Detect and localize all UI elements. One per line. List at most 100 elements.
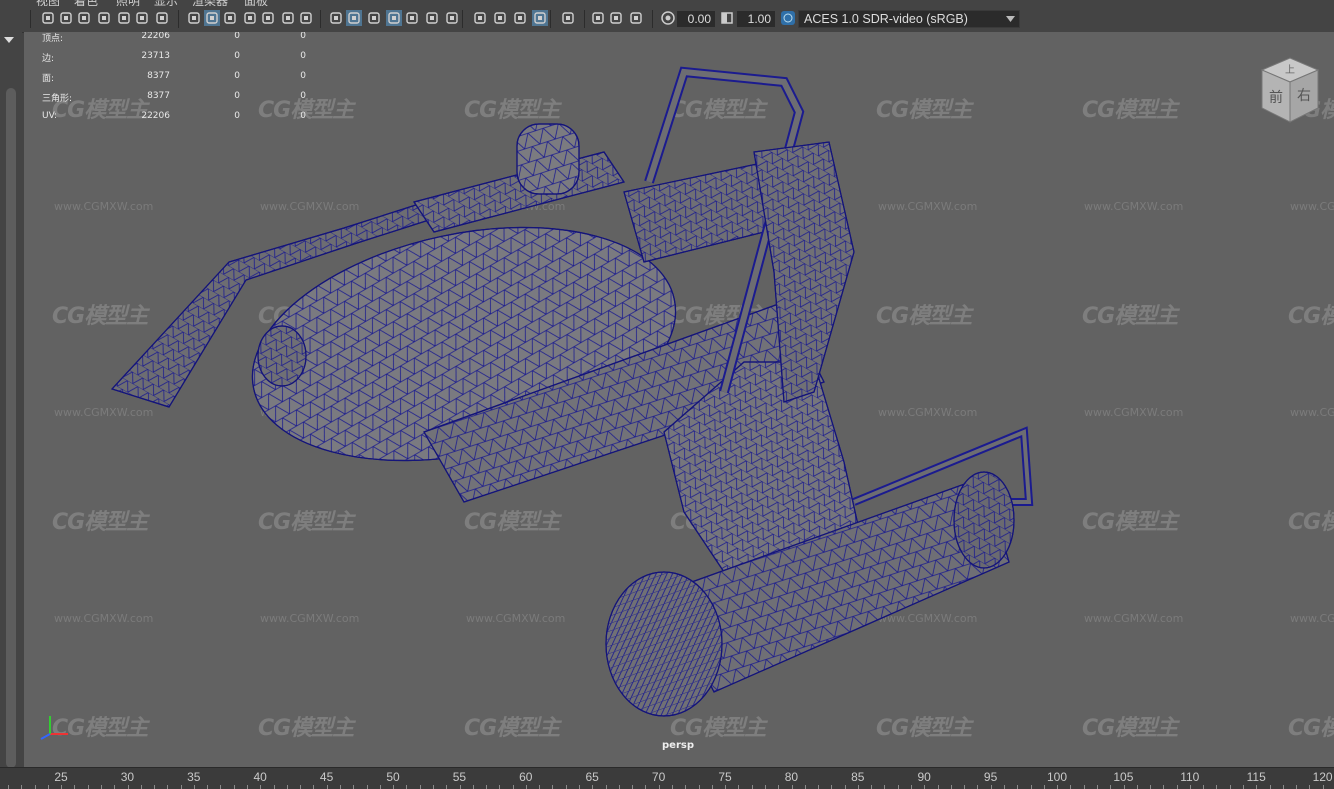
time-tick-mark (606, 785, 607, 789)
viewport-toolbar: 0.00 1.00 ACES 1.0 SDR-video (sRGB) (0, 6, 1334, 33)
time-tick-mark (1084, 785, 1085, 789)
gamma-icon[interactable] (719, 10, 735, 26)
camera-attr-icon[interactable] (58, 10, 74, 26)
shade-default-icon[interactable] (328, 10, 344, 26)
time-tick-mark (924, 785, 925, 789)
scrollbar[interactable] (6, 88, 16, 768)
time-tick-label: 85 (851, 770, 865, 784)
time-tick-mark (260, 785, 261, 789)
field-chart-icon[interactable] (222, 10, 238, 26)
xray-joints-icon[interactable] (532, 10, 548, 26)
time-tick-label: 120 (1312, 770, 1333, 784)
gamma-icon[interactable] (628, 10, 644, 26)
hud-value-total: 22206 (141, 32, 170, 41)
left-panel-strip (0, 32, 22, 768)
chevron-down-icon (1006, 16, 1015, 22)
hud-value-third: 0 (300, 71, 306, 81)
time-tick-mark (513, 785, 514, 789)
viewcube[interactable]: 上 前 右 (1250, 52, 1330, 132)
color-space-dropdown[interactable]: ACES 1.0 SDR-video (sRGB) (798, 10, 1020, 28)
smooth-shade-icon[interactable] (298, 10, 314, 26)
time-tick-mark (752, 785, 753, 789)
time-tick-label: 105 (1113, 770, 1134, 784)
time-tick-mark (460, 785, 461, 789)
safe-title-icon[interactable] (260, 10, 276, 26)
time-tick-mark (659, 785, 660, 789)
time-tick-mark (181, 785, 182, 789)
resolution-gate-icon[interactable] (186, 10, 202, 26)
hud-value-total: 8377 (147, 91, 170, 101)
time-tick-mark (340, 785, 341, 789)
time-tick-mark (234, 785, 235, 789)
time-tick-mark (911, 785, 912, 789)
time-tick-mark (858, 785, 859, 789)
color-management-icon[interactable] (780, 10, 796, 26)
time-tick-mark (632, 785, 633, 789)
screen-space-ao-icon[interactable] (424, 10, 440, 26)
exposure-field[interactable]: 0.00 (677, 11, 715, 27)
gate-mask-icon[interactable] (204, 10, 220, 26)
two-sided-icon[interactable] (590, 10, 606, 26)
hud-label: 顶点: (42, 34, 64, 44)
safe-action-icon[interactable] (242, 10, 258, 26)
shadows-icon[interactable] (404, 10, 420, 26)
time-tick-label: 90 (917, 770, 931, 784)
hud-label: 三角形: (42, 94, 73, 104)
time-tick-mark (672, 785, 673, 789)
time-tick-mark (884, 785, 885, 789)
camera-label: persp (662, 740, 694, 751)
textured-icon[interactable] (560, 10, 576, 26)
image-plane-icon[interactable] (96, 10, 112, 26)
hud-value-selected: 0 (234, 32, 240, 41)
time-tick-mark (35, 785, 36, 789)
time-tick-mark (552, 785, 553, 789)
toolbar-separator (652, 10, 653, 28)
bookmark-icon[interactable] (76, 10, 92, 26)
hud-value-total: 8377 (147, 71, 170, 81)
time-tick-mark (88, 785, 89, 789)
collapse-arrow-icon[interactable] (3, 35, 15, 45)
xray-icon[interactable] (366, 10, 382, 26)
time-tick-label: 95 (983, 770, 998, 784)
time-tick-mark (1004, 785, 1005, 789)
3d-viewport[interactable]: CG模型主 CG模型主 CG模型主 CG模型主 CG模型主 CG模型主 CG模型主 CG模型主… (24, 32, 1334, 767)
time-tick-mark (48, 785, 49, 789)
default-lighting-icon[interactable] (386, 10, 402, 26)
time-tick-mark (1230, 785, 1231, 789)
anti-aliasing-icon[interactable] (472, 10, 488, 26)
time-tick-mark (1177, 785, 1178, 789)
wireframe-model[interactable] (24, 32, 1334, 767)
film-gate-icon[interactable] (154, 10, 170, 26)
time-tick-label: 25 (54, 770, 68, 784)
time-tick-mark (287, 785, 288, 789)
time-tick-mark (1203, 785, 1204, 789)
time-tick-label: 40 (253, 770, 267, 784)
time-tick-mark (1243, 785, 1244, 789)
gamma-field[interactable]: 1.00 (737, 11, 775, 27)
depth-of-field-icon[interactable] (492, 10, 508, 26)
grease-pencil-icon[interactable] (116, 10, 132, 26)
wireframe-on-shaded-icon[interactable] (346, 10, 362, 26)
time-tick-mark (1296, 785, 1297, 789)
camera-icon[interactable] (40, 10, 56, 26)
wireframe-icon[interactable] (280, 10, 296, 26)
time-tick-mark (712, 785, 713, 789)
exposure-icon[interactable] (608, 10, 624, 26)
time-tick-mark (818, 785, 819, 789)
time-tick-mark (805, 785, 806, 789)
motion-blur-icon[interactable] (444, 10, 460, 26)
hud-row: 三角形: 8377 0 0 (42, 89, 322, 109)
hud-value-third: 0 (300, 91, 306, 101)
time-tick-label: 45 (319, 770, 334, 784)
time-tick-mark (486, 785, 487, 789)
hud-value-total: 22206 (141, 111, 170, 121)
isolate-select-icon[interactable] (512, 10, 528, 26)
time-tick-mark (1163, 785, 1164, 789)
hud-value-selected: 0 (234, 111, 240, 121)
time-slider[interactable]: 25 30 35 40 45 50 55 60 65 70 75 80 85 90 95 100 105 110 1… (0, 767, 1334, 789)
hud-value-third: 0 (300, 32, 306, 41)
grid-icon[interactable] (134, 10, 150, 26)
exposure-icon[interactable] (660, 10, 676, 26)
time-tick-mark (154, 785, 155, 789)
time-tick-label: 30 (120, 770, 135, 784)
